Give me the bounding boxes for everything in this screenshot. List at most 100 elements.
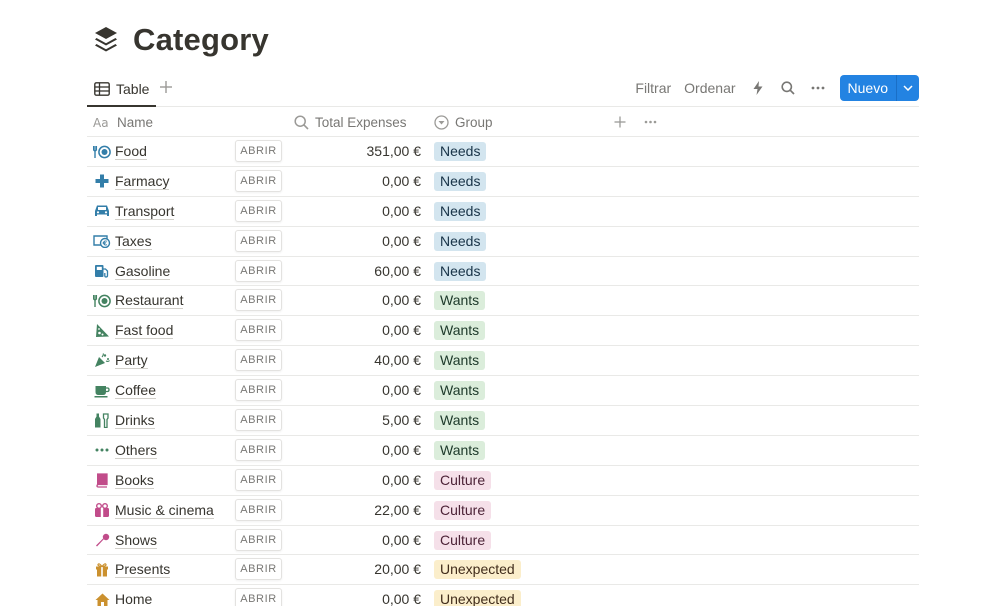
fork-plate-icon (93, 143, 111, 160)
table-row[interactable]: Transport ABRIR 0,00 € Needs (87, 197, 919, 227)
table-row[interactable]: Farmacy ABRIR 0,00 € Needs (87, 167, 919, 197)
column-header-total[interactable]: Total Expenses (294, 107, 407, 137)
row-name[interactable]: Shows (115, 532, 158, 549)
group-tag[interactable]: Unexpected (434, 590, 521, 606)
table-row[interactable]: Books ABRIR 0,00 € Culture (87, 466, 919, 496)
layers-icon[interactable] (92, 23, 120, 57)
open-button[interactable]: ABRIR (235, 349, 282, 372)
column-header-name[interactable]: Aa Name (93, 107, 153, 137)
group-tag[interactable]: Culture (434, 500, 492, 520)
open-button[interactable]: ABRIR (235, 558, 282, 581)
column-header-group[interactable]: Group (434, 107, 493, 137)
row-name[interactable]: Drinks (115, 412, 155, 430)
open-button[interactable]: ABRIR (235, 588, 282, 606)
group-tag[interactable]: Needs (434, 142, 487, 161)
open-button[interactable]: ABRIR (235, 140, 282, 162)
row-name[interactable]: Party (115, 352, 148, 370)
open-button[interactable]: ABRIR (235, 438, 282, 461)
row-total-expenses: 0,00 € (382, 591, 421, 606)
table-row[interactable]: Others ABRIR 0,00 € Wants (87, 436, 919, 466)
search-icon[interactable] (780, 80, 796, 96)
row-total-expenses: 0,00 € (382, 202, 421, 219)
add-property-plus-icon[interactable] (614, 107, 626, 137)
open-button[interactable]: ABRIR (235, 379, 282, 402)
table-row[interactable]: Food ABRIR 351,00 € Needs (87, 137, 919, 167)
row-total-expenses: 5,00 € (382, 412, 421, 429)
group-tag[interactable]: Unexpected (434, 560, 521, 580)
group-tag[interactable]: Wants (434, 381, 486, 401)
group-tag[interactable]: Needs (434, 231, 487, 251)
row-name[interactable]: Food (115, 143, 147, 160)
open-button[interactable]: ABRIR (235, 409, 282, 432)
row-name[interactable]: Gasoline (115, 263, 171, 280)
ticket-icon (93, 502, 111, 519)
group-tag[interactable]: Wants (434, 411, 486, 431)
row-name[interactable]: Books (115, 472, 154, 489)
open-button[interactable]: ABRIR (235, 468, 282, 491)
open-button[interactable]: ABRIR (235, 498, 282, 521)
table-row[interactable]: Drinks ABRIR 5,00 € Wants (87, 406, 919, 436)
chevron-down-icon[interactable] (897, 75, 919, 101)
new-button-label[interactable]: Nuevo (840, 75, 897, 101)
table-row[interactable]: Restaurant ABRIR 0,00 € Wants (87, 286, 919, 317)
page-title: Category (133, 22, 269, 57)
row-name[interactable]: Fast food (115, 322, 174, 340)
row-total-expenses: 0,00 € (382, 382, 421, 399)
sort-button[interactable]: Ordenar (684, 80, 735, 96)
group-tag[interactable]: Needs (434, 201, 487, 221)
row-name[interactable]: Home (115, 591, 152, 606)
row-name[interactable]: Transport (115, 203, 175, 220)
column-header-group-label: Group (455, 114, 493, 130)
row-total-expenses: 0,00 € (382, 471, 421, 488)
table-row[interactable]: Home ABRIR 0,00 € Unexpected (87, 585, 919, 606)
row-name[interactable]: Taxes (115, 233, 152, 250)
row-name[interactable]: Farmacy (115, 173, 170, 190)
row-total-expenses: 351,00 € (366, 143, 422, 159)
automation-bolt-icon[interactable] (750, 80, 766, 96)
row-name[interactable]: Music & cinema (115, 502, 214, 519)
more-options-icon[interactable] (810, 80, 826, 96)
open-button[interactable]: ABRIR (235, 229, 282, 252)
page-header: Category (92, 20, 269, 60)
group-tag[interactable]: Wants (434, 440, 486, 460)
svg-text:Aa: Aa (93, 116, 109, 128)
gift-icon (93, 561, 111, 578)
table-row[interactable]: Presents ABRIR 20,00 € Unexpected (87, 555, 919, 586)
group-tag[interactable]: Wants (434, 351, 486, 371)
tab-table[interactable]: Table (87, 72, 157, 107)
table-row[interactable]: Gasoline ABRIR 60,00 € Needs (87, 257, 919, 287)
party-popper-icon (93, 352, 111, 369)
filter-button[interactable]: Filtrar (635, 80, 671, 96)
svg-text:€: € (102, 240, 108, 248)
open-button[interactable]: ABRIR (235, 259, 282, 282)
row-name[interactable]: Restaurant (115, 292, 184, 310)
table-row[interactable]: Party ABRIR 40,00 € Wants (87, 346, 919, 377)
add-view-plus-icon[interactable] (159, 80, 175, 98)
group-tag[interactable]: Wants (434, 291, 486, 311)
table-row[interactable]: Fast food ABRIR 0,00 € Wants (87, 316, 919, 347)
table-row[interactable]: € Taxes ABRIR 0,00 € Needs (87, 227, 919, 257)
open-button[interactable]: ABRIR (235, 169, 282, 192)
row-name[interactable]: Presents (115, 561, 171, 579)
table-row[interactable]: Shows ABRIR 0,00 € Culture (87, 526, 919, 556)
group-tag[interactable]: Culture (434, 470, 492, 490)
open-button[interactable]: ABRIR (235, 319, 282, 342)
open-button[interactable]: ABRIR (235, 289, 282, 312)
row-name[interactable]: Others (115, 442, 158, 459)
table-more-options-icon[interactable] (644, 107, 657, 137)
coffee-cup-icon (93, 382, 111, 399)
new-button[interactable]: Nuevo (839, 75, 919, 101)
table-row[interactable]: Music & cinema ABRIR 22,00 € Culture (87, 496, 919, 526)
group-tag[interactable]: Wants (434, 321, 486, 341)
table-body: Food ABRIR 351,00 € Needs Farmacy ABRIR 0,00 €… (87, 137, 919, 606)
group-tag[interactable]: Culture (434, 530, 492, 550)
row-total-expenses: 20,00 € (374, 561, 421, 578)
row-name[interactable]: Coffee (115, 382, 156, 400)
row-total-expenses: 0,00 € (382, 172, 421, 189)
open-button[interactable]: ABRIR (235, 199, 282, 222)
group-tag[interactable]: Needs (434, 171, 487, 191)
open-button[interactable]: ABRIR (235, 528, 282, 551)
microphone-icon (93, 532, 111, 549)
table-row[interactable]: Coffee ABRIR 0,00 € Wants (87, 376, 919, 407)
group-tag[interactable]: Needs (434, 261, 487, 281)
